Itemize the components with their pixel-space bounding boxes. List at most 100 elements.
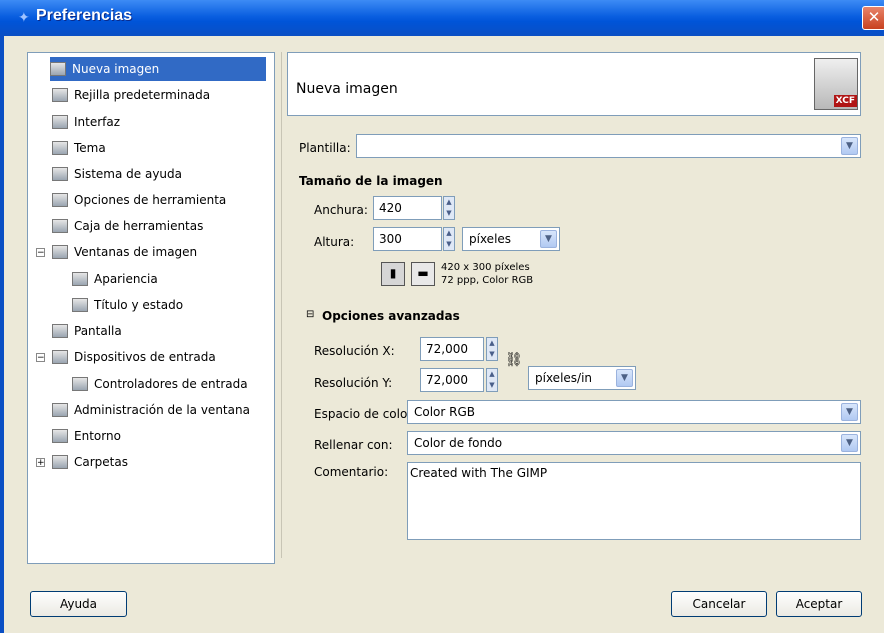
xcf-badge: XCF — [833, 95, 857, 107]
chevron-down-icon[interactable]: ▼ — [540, 230, 557, 248]
tree-item[interactable]: Entorno — [52, 424, 125, 448]
tree-item-label: Título y estado — [94, 298, 184, 312]
tree-item[interactable]: Carpetas — [52, 450, 132, 474]
chevron-down-icon[interactable]: ▼ — [841, 137, 858, 155]
toolbox-icon — [52, 219, 68, 233]
wilber-icon: ✦ — [18, 10, 30, 26]
tree-item[interactable]: Pantalla — [52, 319, 126, 343]
tree-item-label: Opciones de herramienta — [74, 193, 227, 207]
x-resolution-spinner[interactable]: ▲ ▼ — [486, 337, 498, 361]
x-resolution-field[interactable]: 72,000 — [420, 337, 484, 361]
tree-item-label: Tema — [74, 141, 106, 155]
width-label: Anchura: — [314, 203, 368, 217]
tree-item[interactable]: Opciones de herramienta — [52, 188, 230, 212]
tree-item[interactable]: Dispositivos de entrada — [52, 345, 220, 369]
tree-item-label: Administración de la ventana — [74, 403, 250, 417]
interface-icon — [52, 115, 68, 129]
collapse-icon[interactable]: − — [36, 353, 45, 363]
size-info-resolution: 72 ppp, Color RGB — [441, 275, 534, 286]
tree-item[interactable]: Caja de herramientas — [52, 214, 207, 238]
input-controllers-icon — [72, 377, 88, 391]
width-field[interactable]: 420 — [373, 196, 442, 220]
chevron-down-icon[interactable]: ▼ — [841, 403, 858, 421]
tree-item[interactable]: Sistema de ayuda — [52, 162, 186, 186]
tree-item[interactable]: Controladores de entrada — [72, 372, 252, 396]
collapse-icon[interactable]: − — [36, 248, 45, 258]
template-select[interactable]: ▼ — [356, 134, 861, 158]
template-label: Plantilla: — [299, 141, 351, 155]
window-management-icon — [52, 403, 68, 417]
environment-icon — [52, 429, 68, 443]
tree-item-label: Interfaz — [74, 115, 121, 129]
y-resolution-label: Resolución Y: — [314, 376, 393, 390]
y-resolution-field[interactable]: 72,000 — [420, 368, 484, 392]
size-info-dimensions: 420 x 300 píxeles — [441, 262, 530, 273]
panel-separator — [281, 52, 282, 558]
display-icon — [52, 324, 68, 338]
tree-item-label: Entorno — [74, 429, 121, 443]
page-title: Nueva imagen — [296, 81, 398, 97]
window-title: Preferencias — [36, 7, 133, 24]
tree-item[interactable]: Ventanas de imagen — [52, 240, 201, 264]
tree-item-label: Pantalla — [74, 324, 122, 338]
tree-item[interactable]: Título y estado — [72, 293, 187, 317]
size-unit-select[interactable]: píxeles ▼ — [462, 227, 560, 251]
preferences-tree[interactable]: Nueva imagen Rejilla predeterminada Interf… — [27, 52, 275, 564]
tree-item-label: Caja de herramientas — [74, 219, 204, 233]
tree-item[interactable]: Interfaz — [52, 110, 124, 134]
tree-item[interactable]: Tema — [52, 136, 110, 160]
tree-item[interactable]: Nueva imagen — [50, 57, 266, 81]
fill-select[interactable]: Color de fondo ▼ — [407, 431, 861, 455]
height-field[interactable]: 300 — [373, 227, 442, 251]
accept-button[interactable]: Aceptar — [776, 591, 862, 617]
folders-icon — [52, 455, 68, 469]
cancel-button[interactable]: Cancelar — [671, 591, 767, 617]
help-system-icon — [52, 167, 68, 181]
resolution-unit-select[interactable]: píxeles/in ▼ — [528, 366, 636, 390]
fill-value: Color de fondo — [414, 436, 503, 450]
x-resolution-label: Resolución X: — [314, 344, 395, 358]
color-space-label: Espacio de color: — [314, 407, 417, 421]
tree-item[interactable]: Administración de la ventana — [52, 398, 254, 422]
tree-item-label: Apariencia — [94, 272, 158, 286]
chain-link-icon[interactable]: ⛓ — [505, 352, 523, 368]
expand-icon[interactable]: + — [36, 458, 45, 468]
width-spinner[interactable]: ▲ ▼ — [443, 196, 455, 220]
tree-item[interactable]: Apariencia — [72, 267, 162, 291]
page-header: Nueva imagen XCF — [287, 52, 861, 116]
comment-label: Comentario: — [314, 465, 389, 479]
image-windows-icon — [52, 245, 68, 259]
tree-item-label: Dispositivos de entrada — [74, 350, 216, 364]
color-space-value: Color RGB — [414, 405, 476, 419]
window-frame — [0, 36, 4, 633]
grid-icon — [52, 88, 68, 102]
image-size-heading: Tamaño de la imagen — [299, 174, 443, 188]
tree-item-label: Carpetas — [74, 455, 128, 469]
advanced-options-heading[interactable]: Opciones avanzadas — [322, 309, 460, 323]
help-button[interactable]: Ayuda — [30, 591, 127, 617]
color-space-select[interactable]: Color RGB ▼ — [407, 400, 861, 424]
chevron-down-icon[interactable]: ▼ — [841, 434, 858, 452]
fill-label: Rellenar con: — [314, 438, 393, 452]
input-devices-icon — [52, 350, 68, 364]
advanced-expander-icon[interactable]: ⊟ — [306, 309, 314, 320]
portrait-button[interactable]: ▮ — [381, 262, 405, 286]
comment-textarea[interactable]: Created with The GIMP — [407, 462, 861, 540]
landscape-button[interactable]: ▬ — [411, 262, 435, 286]
tree-item-label: Controladores de entrada — [94, 377, 248, 391]
theme-icon — [52, 141, 68, 155]
tool-options-icon — [52, 193, 68, 207]
tree-item-label: Ventanas de imagen — [74, 245, 198, 259]
height-label: Altura: — [314, 235, 355, 249]
xcf-icon: XCF — [814, 58, 858, 110]
close-button[interactable]: ✕ — [862, 6, 884, 30]
y-resolution-spinner[interactable]: ▲ ▼ — [486, 368, 498, 392]
title-bar[interactable]: ✦ Preferencias ✕ — [0, 0, 884, 36]
title-status-icon — [72, 298, 88, 312]
chevron-down-icon[interactable]: ▼ — [616, 369, 633, 387]
tree-item-label: Sistema de ayuda — [74, 167, 182, 181]
height-spinner[interactable]: ▲ ▼ — [443, 227, 455, 251]
tree-item-label: Nueva imagen — [72, 62, 160, 76]
appearance-icon — [72, 272, 88, 286]
tree-item[interactable]: Rejilla predeterminada — [52, 83, 214, 107]
